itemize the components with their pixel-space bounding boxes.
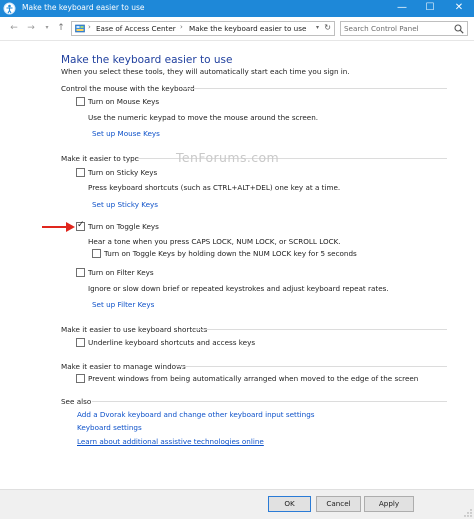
breadcrumb-separator: › xyxy=(180,23,183,31)
sticky-keys-label[interactable]: Turn on Sticky Keys xyxy=(88,168,157,177)
dialog-footer: OK Cancel Apply xyxy=(0,489,474,519)
sticky-keys-checkbox[interactable] xyxy=(76,168,85,177)
search-icon[interactable] xyxy=(454,24,464,34)
filter-keys-description: Ignore or slow down brief or repeated ke… xyxy=(88,284,389,293)
section-divider xyxy=(92,401,447,402)
dvorak-keyboard-link[interactable]: Add a Dvorak keyboard and change other k… xyxy=(77,410,315,419)
section-divider xyxy=(194,329,447,330)
maximize-button[interactable]: ☐ xyxy=(416,0,444,17)
set-up-mouse-keys-link[interactable]: Set up Mouse Keys xyxy=(92,129,160,138)
breadcrumb-separator: › xyxy=(88,23,91,31)
watermark: TenForums.com xyxy=(176,150,280,165)
section-divider xyxy=(176,366,447,367)
control-panel-icon xyxy=(3,2,16,15)
section-title-mouse: Control the mouse with the keyboard xyxy=(61,84,195,93)
filter-keys-checkbox[interactable] xyxy=(76,268,85,277)
address-bar[interactable]: › Ease of Access Center › Make the keybo… xyxy=(71,21,335,36)
resize-grip-icon[interactable] xyxy=(464,509,472,517)
section-divider xyxy=(184,88,447,89)
filter-keys-label[interactable]: Turn on Filter Keys xyxy=(88,268,154,277)
toggle-keys-checkbox[interactable] xyxy=(76,220,85,231)
mouse-keys-checkbox[interactable] xyxy=(76,97,85,106)
section-title-windows: Make it easier to manage windows xyxy=(61,362,186,371)
minimize-button[interactable]: — xyxy=(388,0,416,17)
navigation-bar: ← → ▾ ↑ › Ease of Access Center › Make t… xyxy=(0,17,474,41)
apply-button[interactable]: Apply xyxy=(364,496,414,512)
up-button[interactable]: ↑ xyxy=(55,22,67,34)
section-title-shortcuts: Make it easier to use keyboard shortcuts xyxy=(61,325,208,334)
back-button[interactable]: ← xyxy=(8,22,20,34)
refresh-icon[interactable]: ↻ xyxy=(324,23,331,32)
breadcrumb-current-page[interactable]: Make the keyboard easier to use xyxy=(189,24,306,33)
keyboard-settings-link[interactable]: Keyboard settings xyxy=(77,423,142,432)
search-box[interactable] xyxy=(340,21,468,36)
address-dropdown-icon[interactable]: ▾ xyxy=(316,24,319,31)
assistive-technologies-link[interactable]: Learn about additional assistive technol… xyxy=(77,437,264,446)
main-content: Make the keyboard easier to use When you… xyxy=(0,42,474,489)
recent-locations-button[interactable]: ▾ xyxy=(41,22,53,34)
page-subtitle: When you select these tools, they will a… xyxy=(61,67,350,76)
toggle-keys-num-lock-checkbox[interactable] xyxy=(92,249,101,258)
toggle-keys-label[interactable]: Turn on Toggle Keys xyxy=(88,222,159,231)
page-title: Make the keyboard easier to use xyxy=(61,54,233,66)
ok-button[interactable]: OK xyxy=(268,496,311,512)
close-button[interactable]: ✕ xyxy=(444,0,474,17)
mouse-keys-description: Use the numeric keypad to move the mouse… xyxy=(88,113,319,122)
prevent-arrange-checkbox[interactable] xyxy=(76,374,85,383)
forward-button[interactable]: → xyxy=(25,22,37,34)
breadcrumb-ease-of-access[interactable]: Ease of Access Center xyxy=(96,24,176,33)
title-bar: Make the keyboard easier to use — ☐ ✕ xyxy=(0,0,474,17)
sticky-keys-description: Press keyboard shortcuts (such as CTRL+A… xyxy=(88,183,341,192)
cancel-button[interactable]: Cancel xyxy=(316,496,361,512)
section-title-see-also: See also xyxy=(61,397,92,406)
toggle-keys-description: Hear a tone when you press CAPS LOCK, NU… xyxy=(88,237,341,246)
prevent-arrange-label[interactable]: Prevent windows from being automatically… xyxy=(88,374,418,383)
set-up-filter-keys-link[interactable]: Set up Filter Keys xyxy=(92,300,154,309)
window-title: Make the keyboard easier to use xyxy=(22,3,145,12)
mouse-keys-label[interactable]: Turn on Mouse Keys xyxy=(88,97,159,106)
control-panel-small-icon xyxy=(75,24,85,33)
red-arrow-annotation xyxy=(42,222,75,232)
set-up-sticky-keys-link[interactable]: Set up Sticky Keys xyxy=(92,200,158,209)
underline-shortcuts-label[interactable]: Underline keyboard shortcuts and access … xyxy=(88,338,255,347)
section-title-typing: Make it easier to type xyxy=(61,154,140,163)
search-input[interactable] xyxy=(344,23,452,34)
underline-shortcuts-checkbox[interactable] xyxy=(76,338,85,347)
toggle-keys-num-lock-label[interactable]: Turn on Toggle Keys by holding down the … xyxy=(104,249,357,258)
